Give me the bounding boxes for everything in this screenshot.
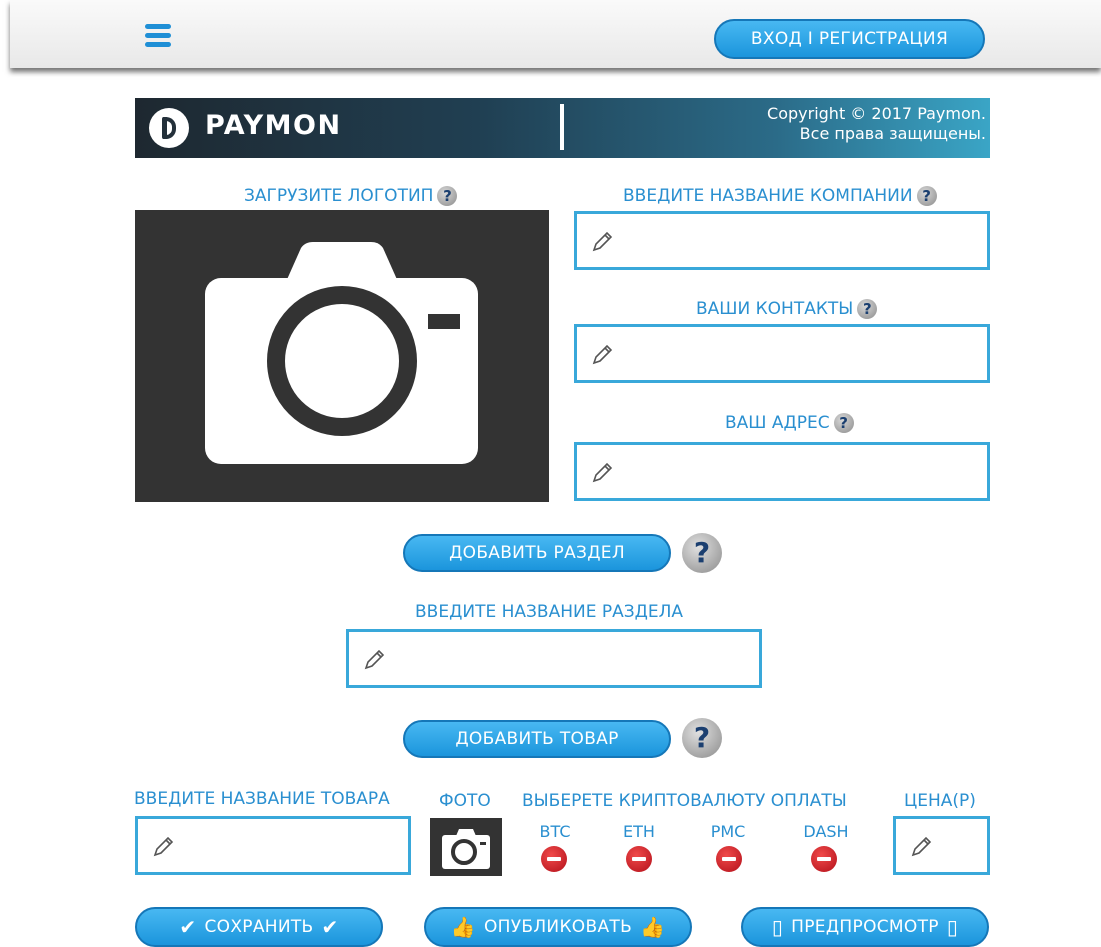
check-icon: ✔ (321, 915, 339, 939)
add-product-label: ДОБАВИТЬ ТОВАР (455, 729, 619, 749)
hamburger-menu-icon[interactable] (145, 24, 171, 47)
add-product-button[interactable]: ДОБАВИТЬ ТОВАР (403, 720, 671, 758)
price-label: ЦЕНА(Р) (904, 791, 976, 811)
add-section-button[interactable]: ДОБАВИТЬ РАЗДЕЛ (403, 534, 671, 572)
brand-name: PAYMON (205, 110, 342, 141)
currency-label: ETH (623, 822, 655, 841)
section-name-label-text: ВВЕДИТЕ НАЗВАНИЕ РАЗДЕЛА (415, 602, 684, 622)
preview-label: ПРЕДПРОСМОТР (791, 917, 939, 937)
pencil-icon (364, 649, 385, 669)
smartphone-icon: ▯ (771, 915, 784, 939)
company-name-label: ВВЕДИТЕ НАЗВАНИЕ КОМПАНИИ? (623, 186, 937, 206)
remove-currency-dash-icon[interactable] (811, 846, 837, 872)
rights-line: Все права защищены. (799, 124, 986, 143)
section-name-field[interactable] (346, 629, 762, 688)
price-field[interactable] (893, 816, 990, 875)
publish-label: ОПУБЛИКОВАТЬ (483, 917, 633, 937)
check-icon: ✔ (179, 915, 197, 939)
remove-currency-pmc-icon[interactable] (716, 846, 742, 872)
product-name-label: ВВЕДИТЕ НАЗВАНИЕ ТОВАРА (134, 789, 390, 809)
contacts-label-text: ВАШИ КОНТАКТЫ (696, 299, 854, 319)
currency-label: PMC (710, 822, 746, 841)
crypto-label: ВЫБЕРЕТЕ КРИПТОВАЛЮТУ ОПЛАТЫ (522, 791, 847, 811)
login-register-button[interactable]: ВХОД I РЕГИСТРАЦИЯ (714, 19, 985, 59)
address-label: ВАШ АДРЕС? (725, 413, 854, 433)
camera-icon (205, 242, 478, 464)
section-name-label: ВВЕДИТЕ НАЗВАНИЕ РАЗДЕЛА (415, 602, 683, 622)
help-icon[interactable]: ? (833, 413, 854, 433)
logo-upload-label: ЗАГРУЗИТЕ ЛОГОТИП? (244, 186, 458, 206)
publish-button[interactable]: 👍 ОПУБЛИКОВАТЬ 👍 (424, 907, 692, 947)
brand-banner: PAYMON Copyright © 2017 Paymon. Все прав… (135, 98, 990, 158)
smartphone-icon: ▯ (946, 915, 959, 939)
copyright-notice: Copyright © 2017 Paymon. Все права защищ… (767, 104, 986, 144)
help-icon[interactable]: ? (682, 718, 722, 758)
logo-upload-area[interactable] (135, 210, 549, 502)
pencil-icon (592, 231, 613, 251)
product-name-label-text: ВВЕДИТЕ НАЗВАНИЕ ТОВАРА (134, 789, 390, 809)
help-icon[interactable]: ? (682, 533, 722, 573)
pencil-icon (592, 344, 613, 364)
camera-icon (442, 829, 490, 869)
photo-label: ФОТО (439, 791, 491, 811)
product-name-field[interactable] (135, 816, 411, 875)
login-register-label: ВХОД I РЕГИСТРАЦИЯ (750, 29, 949, 49)
currency-label: BTC (539, 822, 571, 841)
logo-upload-label-text: ЗАГРУЗИТЕ ЛОГОТИП (244, 186, 434, 206)
company-name-label-text: ВВЕДИТЕ НАЗВАНИЕ КОМПАНИИ (623, 186, 913, 206)
photo-label-text: ФОТО (439, 791, 491, 811)
banner-divider (560, 104, 564, 150)
pencil-icon (592, 462, 613, 482)
pencil-icon (153, 836, 174, 856)
preview-button[interactable]: ▯ ПРЕДПРОСМОТР ▯ (741, 907, 989, 947)
save-label: СОХРАНИТЬ (204, 917, 314, 937)
pencil-icon (911, 836, 932, 856)
currency-label: DASH (803, 822, 849, 841)
contacts-label: ВАШИ КОНТАКТЫ? (696, 299, 878, 319)
company-name-field[interactable] (574, 211, 990, 270)
help-icon[interactable]: ? (857, 299, 878, 319)
address-label-text: ВАШ АДРЕС (725, 413, 830, 433)
remove-currency-eth-icon[interactable] (626, 846, 652, 872)
crypto-label-text: ВЫБЕРЕТЕ КРИПТОВАЛЮТУ ОПЛАТЫ (522, 791, 847, 811)
thumbs-up-icon: 👍 (640, 915, 666, 939)
help-icon[interactable]: ? (916, 186, 937, 206)
remove-currency-btc-icon[interactable] (541, 846, 567, 872)
add-section-label: ДОБАВИТЬ РАЗДЕЛ (449, 543, 625, 563)
price-label-text: ЦЕНА(Р) (904, 791, 976, 811)
paymon-logo-icon (149, 108, 189, 148)
copyright-line: Copyright © 2017 Paymon. (767, 104, 986, 123)
save-button[interactable]: ✔ СОХРАНИТЬ ✔ (135, 907, 383, 947)
address-field[interactable] (574, 442, 990, 501)
product-photo-upload[interactable] (430, 818, 502, 876)
contacts-field[interactable] (574, 324, 990, 383)
thumbs-up-icon: 👍 (450, 915, 476, 939)
help-icon[interactable]: ? (437, 186, 458, 206)
